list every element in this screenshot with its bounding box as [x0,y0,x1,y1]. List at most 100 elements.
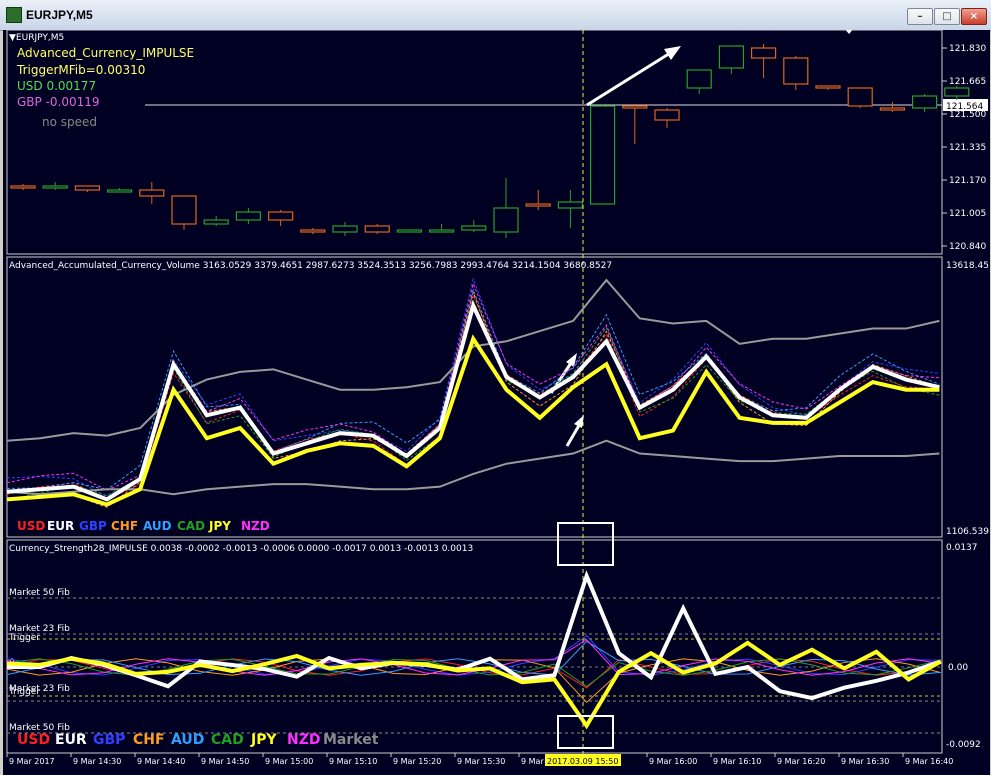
maximize-button[interactable]: □ [934,8,960,25]
candle-body [589,105,616,205]
candle-body [911,95,938,109]
candle-body [429,229,455,233]
legend-item-cad: CAD [177,519,205,533]
candle-body [718,45,745,69]
usd-label: USD 0.00177 [17,79,96,93]
strength-jpy-line [6,640,942,730]
candle-body [525,203,551,207]
candle-body [139,189,165,197]
volume-indicator-header: Advanced_Accumulated_Currency_Volume 316… [9,261,612,271]
candle-body [203,219,229,225]
arrow-head-icon [664,46,681,60]
candle-body [557,201,584,209]
candle-body [10,185,36,189]
candle-body [268,211,294,221]
strength-panel-frame [6,539,943,754]
strength-bottom-tick: -0.0092 [946,740,981,750]
gbp-label: GBP -0.00119 [17,95,100,109]
symbol-label[interactable]: ▼EURJPY,M5 [9,33,64,43]
legend-item-usd: USD [17,519,45,533]
arrow-head-icon [574,415,584,428]
shift-marker-icon[interactable] [844,30,854,34]
legend-item-aud: AUD [143,519,172,533]
candle-body [300,229,326,233]
time-tick-label: 9 Mar 15:10 [329,757,377,766]
strength-top-tick: 0.0137 [946,543,978,553]
trigger-label: TriggerMFib=0.00310 [16,63,145,77]
trigger-top-label: Trigger [8,633,40,643]
price-tick-label: 121.665 [949,77,986,87]
candle-body [461,225,487,231]
candle-body [106,189,133,193]
candle-body [364,225,390,233]
legend-item-chf: CHF [133,732,165,748]
window-titlebar[interactable]: EURJPY,M5 – □ × [0,0,991,31]
price-axis: 121.830121.665121.500121.335121.170121.0… [942,44,986,252]
chart-window-icon [6,7,22,23]
legend-item-market: Market [323,732,379,748]
strength-mid-tick: 0.00 [948,663,968,673]
time-tick-label: 9 Mar 15:00 [265,757,313,766]
chart-area[interactable]: ▼EURJPY,M5 Advanced_Currency_IMPULSE Tri… [3,30,990,775]
candle-body [654,109,680,121]
time-tick-label: 9 Mar 16:30 [841,757,889,766]
legend-item-gbp: GBP [93,732,125,748]
time-tick-label: 9 Mar 16:40 [905,757,953,766]
market50-top-label: Market 50 Fib [9,588,70,598]
market23-bottom-label: Market 23 Fib [9,684,70,694]
candle-body [815,85,841,89]
volume-top-tick: 13618.45 [946,261,989,271]
close-button[interactable]: × [961,8,987,25]
candle-body [493,207,519,233]
candle-body [944,87,970,97]
minimize-button[interactable]: – [907,8,933,25]
time-tick-label: 9 Mar 15:30 [457,757,505,766]
legend-item-eur: EUR [47,519,74,533]
legend-item-usd: USD [17,732,50,748]
price-tick-label: 121.170 [949,176,986,186]
strength-eur-line [7,570,942,701]
time-axis: 9 Mar 2017 9 Mar 14:30 9 Mar 14:40 9 Mar 14… [6,753,953,766]
legend-item-nzd: NZD [241,519,270,533]
volume-legend: USD EUR GBP CHF AUD CAD JPY NZD [17,519,270,533]
legend-item-chf: CHF [111,519,138,533]
price-tick-label: 121.335 [949,143,986,153]
strength-indicator-header: Currency_Strength28_IMPULSE 0.0038 -0.00… [9,544,473,554]
chart-canvas[interactable]: ▼EURJPY,M5 Advanced_Currency_IMPULSE Tri… [3,30,990,775]
legend-item-gbp: GBP [79,519,107,533]
time-tick-label: 9 Mar 2017 [9,757,55,766]
volume-bottom-tick: 1106.539 [946,527,989,537]
candle-body [622,105,648,109]
candle-body [879,107,906,111]
price-tick-label: 121.830 [949,44,986,54]
candle-body [42,185,68,189]
time-tick-label: 9 Mar 14:30 [73,757,121,766]
time-tick-label: 9 Mar 16:10 [713,757,761,766]
time-tick-label: 9 Mar 14:50 [201,757,249,766]
time-tick-label: 9 Mar 15:20 [393,757,441,766]
legend-item-cad: CAD [211,732,244,748]
terminal-window: EURJPY,M5 – □ × ▼EURJPY,M5 Advanced_Curr… [0,0,991,775]
annotation-arrow-price [586,48,676,107]
strength-legend: USD EUR GBP CHF AUD CAD JPY NZD Market [17,732,379,748]
time-highlight-label: 2017.03.09 15:50 [547,757,618,766]
window-title: EURJPY,M5 [26,8,93,22]
candlesticks [10,44,970,238]
candle-body [686,69,712,89]
legend-item-jpy: JPY [208,519,231,533]
speed-label: no speed [42,115,97,129]
price-tick-label: 120.840 [949,242,986,252]
legend-item-eur: EUR [55,732,87,748]
legend-item-nzd: NZD [287,732,321,748]
peak-highlight-box [557,522,614,566]
indicator-name: Advanced_Currency_IMPULSE [17,46,194,60]
candle-body [396,229,422,233]
legend-item-jpy: JPY [250,732,277,748]
candle-body [74,185,101,191]
candle-body [847,87,873,107]
time-tick-label: 9 Mar 16:20 [777,757,825,766]
candle-body [171,195,197,225]
candle-body [332,225,358,233]
price-tick-label: 121.005 [949,209,986,219]
time-tick-label: 9 Mar 14:40 [137,757,185,766]
